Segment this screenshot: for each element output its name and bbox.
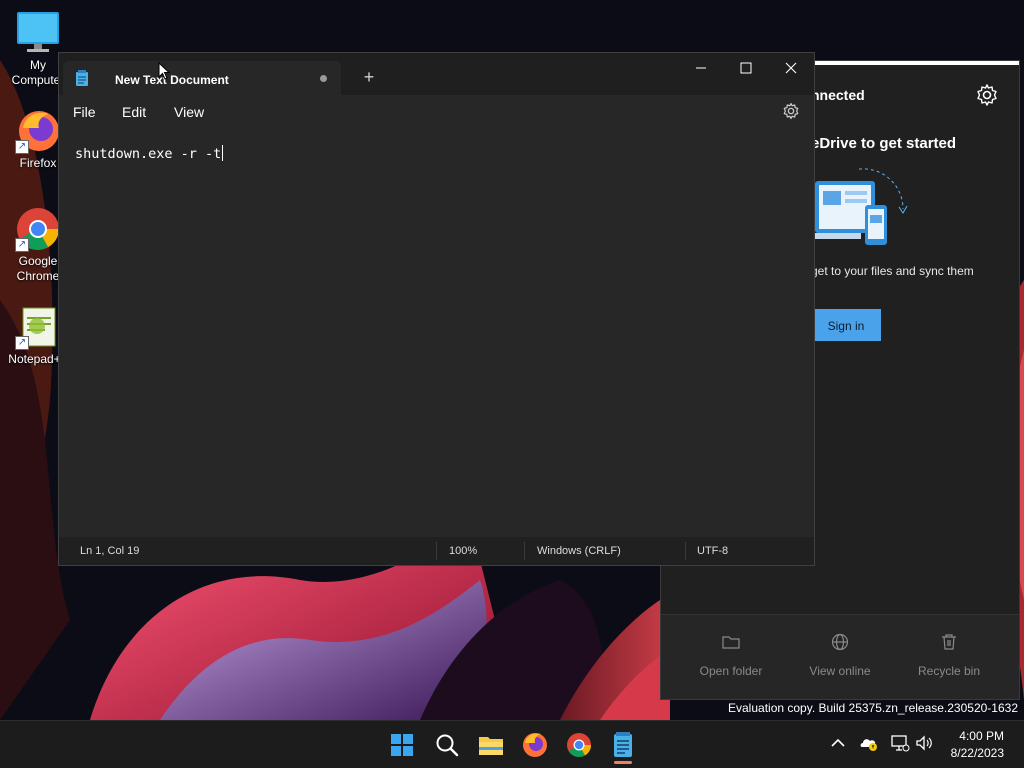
onedrive-description: get to your files and sync them: [811, 264, 974, 278]
tab-new-text-document[interactable]: New Text Document: [63, 61, 341, 95]
status-bar: Ln 1, Col 19 100% Windows (CRLF) UTF-8: [59, 537, 814, 565]
tab-title: New Text Document: [115, 73, 229, 87]
text-editor-area[interactable]: shutdown.exe -r -t: [59, 131, 814, 533]
encoding-status[interactable]: UTF-8: [697, 545, 728, 557]
folder-icon: [722, 636, 740, 649]
notepad-window: New Text Document + File Edit View shutd…: [58, 52, 815, 566]
status-divider: [524, 542, 525, 560]
shortcut-arrow-icon: ↗: [15, 336, 29, 350]
shortcut-arrow-icon: ↗: [15, 238, 29, 252]
open-folder-label: Open folder: [699, 664, 763, 678]
notepad-icon[interactable]: [607, 729, 639, 761]
view-online-button[interactable]: View online: [790, 633, 890, 678]
network-icon[interactable]: [890, 733, 910, 753]
onedrive-status-text: nnected: [811, 87, 865, 103]
minimize-button[interactable]: [678, 53, 724, 85]
view-online-label: View online: [809, 664, 871, 678]
menu-file[interactable]: File: [73, 104, 96, 120]
onedrive-heading: eDrive to get started: [811, 135, 957, 152]
maximize-button[interactable]: [723, 53, 769, 85]
trash-icon: [942, 634, 956, 650]
monitor-icon: [17, 12, 59, 52]
taskbar: 4:00 PM 8/22/2023: [0, 720, 1024, 768]
unsaved-indicator-icon: [320, 75, 327, 82]
title-bar[interactable]: New Text Document +: [59, 53, 814, 95]
volume-icon[interactable]: [914, 733, 934, 753]
status-divider: [685, 542, 686, 560]
sign-in-button[interactable]: Sign in: [811, 309, 881, 341]
mouse-pointer-icon: [158, 62, 170, 80]
chevron-up-icon[interactable]: [828, 733, 848, 753]
menu-edit[interactable]: Edit: [122, 104, 146, 120]
cursor-position-status: Ln 1, Col 19: [80, 545, 140, 557]
globe-icon: [831, 633, 849, 651]
notepad-icon: [76, 70, 88, 86]
clock-time: 4:00 PM: [959, 729, 1004, 743]
file-explorer-icon[interactable]: [475, 729, 507, 761]
onedrive-footer: Open folder View online Recycle bin: [661, 614, 1019, 699]
menu-view[interactable]: View: [174, 104, 204, 120]
onedrive-sync-illustration-icon: [811, 168, 908, 245]
editor-content: shutdown.exe -r -t: [75, 145, 224, 162]
zoom-level-status[interactable]: 100%: [449, 545, 477, 557]
settings-gear-icon[interactable]: [975, 83, 999, 107]
line-ending-status[interactable]: Windows (CRLF): [537, 545, 621, 557]
open-folder-button[interactable]: Open folder: [681, 633, 781, 678]
menu-bar: File Edit View: [59, 95, 814, 129]
system-clock[interactable]: 4:00 PM 8/22/2023: [951, 728, 1004, 762]
status-divider: [436, 542, 437, 560]
onedrive-warning-icon[interactable]: [859, 733, 879, 753]
close-button[interactable]: [768, 53, 814, 85]
recycle-bin-button[interactable]: Recycle bin: [899, 633, 999, 678]
chrome-icon[interactable]: [563, 729, 595, 761]
text-caret: [222, 145, 224, 161]
start-icon[interactable]: [386, 729, 418, 761]
search-icon[interactable]: [431, 729, 463, 761]
settings-gear-icon[interactable]: [782, 102, 800, 120]
active-app-indicator: [614, 761, 632, 764]
shortcut-arrow-icon: ↗: [15, 140, 29, 154]
firefox-icon[interactable]: [519, 729, 551, 761]
new-tab-button[interactable]: +: [359, 67, 379, 87]
recycle-bin-label: Recycle bin: [917, 664, 981, 678]
evaluation-watermark: Evaluation copy. Build 25375.zn_release.…: [728, 701, 1018, 715]
clock-date: 8/22/2023: [950, 746, 1004, 760]
editor-text: shutdown.exe -r -t: [75, 146, 222, 162]
